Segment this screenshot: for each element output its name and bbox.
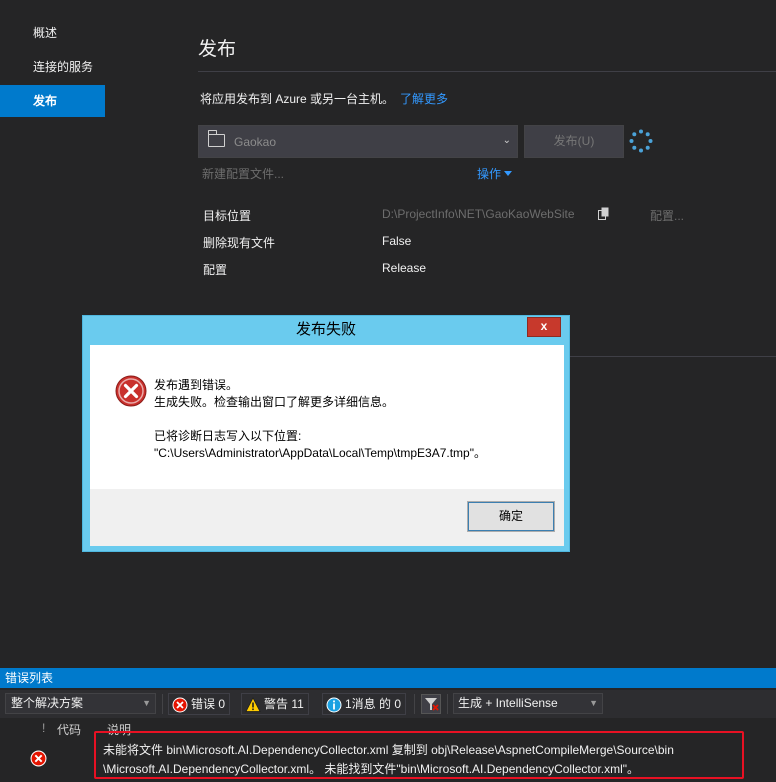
ok-button[interactable]: 确定 (467, 501, 555, 532)
section-divider (568, 356, 776, 357)
profile-select[interactable]: Gaokao ⌄ (198, 125, 518, 158)
warnings-count: 警告 11 (264, 697, 304, 711)
errors-filter-button[interactable]: 错误 0 (168, 693, 231, 715)
spinner-icon (629, 129, 653, 153)
left-nav: 概述 连接的服务 发布 (0, 0, 105, 119)
dropdown-arrow-icon: ▼ (589, 698, 598, 708)
error-icon (172, 697, 188, 713)
build-filter-value: 生成 + IntelliSense (458, 696, 558, 710)
learn-more-link[interactable]: 了解更多 (400, 92, 448, 106)
nav-item-connected-services[interactable]: 连接的服务 (0, 51, 105, 83)
caret-down-icon (504, 171, 513, 176)
toolbar-separator (414, 694, 415, 714)
toolbar-separator (447, 694, 448, 714)
prop-value-delete: False (382, 234, 412, 248)
warning-icon (245, 697, 261, 712)
nav-item-publish[interactable]: 发布 (0, 85, 105, 117)
dialog-line-4: "C:\Users\Administrator\AppData\Local\Te… (154, 446, 486, 460)
configure-link[interactable]: 配置... (650, 207, 684, 224)
dialog-line-3: 已将诊断日志写入以下位置: (154, 429, 302, 443)
dialog-title: 发布失败 (295, 321, 356, 338)
error-icon (30, 750, 47, 767)
info-icon (326, 697, 342, 713)
dropdown-arrow-icon: ▼ (142, 698, 151, 708)
profile-name: Gaokao (234, 135, 277, 149)
clear-filter-icon[interactable] (421, 694, 441, 714)
prop-value-config: Release (382, 261, 427, 275)
page-title: 发布 (198, 39, 237, 60)
prop-label-delete: 删除现有文件 (203, 236, 276, 250)
actions-menu[interactable]: 操作 (477, 165, 513, 182)
column-code[interactable]: 代码 (57, 721, 81, 738)
dialog-body: 发布遇到错误。 生成失败。检查输出窗口了解更多详细信息。 已将诊断日志写入以下位… (90, 345, 564, 546)
errors-count: 错误 0 (191, 697, 226, 711)
copy-icon[interactable] (598, 207, 610, 220)
messages-count: 1消息 的 0 (345, 697, 402, 711)
prop-label-target: 目标位置 (203, 209, 252, 223)
prop-label-config: 配置 (203, 263, 228, 277)
dialog-close-button[interactable]: x (527, 317, 561, 337)
build-filter-select[interactable]: 生成 + IntelliSense ▼ (453, 693, 603, 714)
publish-failed-dialog: 发布失败 x 发布遇到错误。 生成失败。检查输出窗口了解更多详细信息。 已将诊断… (82, 315, 570, 552)
prop-value-target: D:\ProjectInfo\NET\GaoKaoWebSite (382, 207, 575, 221)
nav-item-overview[interactable]: 概述 (0, 17, 105, 49)
folder-icon (207, 130, 225, 147)
error-icon (115, 375, 147, 407)
scope-value: 整个解决方案 (11, 696, 84, 710)
new-profile-link[interactable]: 新建配置文件... (202, 165, 284, 182)
intro-line: 将应用发布到 Azure 或另一台主机。 了解更多 (200, 90, 448, 107)
messages-filter-button[interactable]: 1消息 的 0 (322, 693, 407, 715)
intro-text: 将应用发布到 Azure 或另一台主机。 (200, 92, 395, 106)
publish-button[interactable]: 发布(U) (524, 125, 624, 158)
dialog-line-1: 发布遇到错误。 (154, 378, 239, 392)
error-list-title: 错误列表 (0, 668, 776, 688)
scope-select[interactable]: 整个解决方案 ▼ (5, 693, 156, 714)
title-divider (198, 71, 776, 72)
column-grip-icon: ! (42, 721, 46, 735)
toolbar-separator (162, 694, 163, 714)
dialog-line-2: 生成失败。检查输出窗口了解更多详细信息。 (154, 395, 395, 409)
actions-label: 操作 (477, 167, 502, 181)
dialog-footer: 确定 (90, 489, 564, 546)
chevron-down-icon: ⌄ (502, 135, 511, 146)
warnings-filter-button[interactable]: 警告 11 (241, 693, 309, 715)
error-list-toolbar: 整个解决方案 ▼ 错误 0 警告 11 1消息 的 0 生成 + IntelliS… (0, 690, 776, 718)
error-highlight-box (94, 731, 744, 779)
